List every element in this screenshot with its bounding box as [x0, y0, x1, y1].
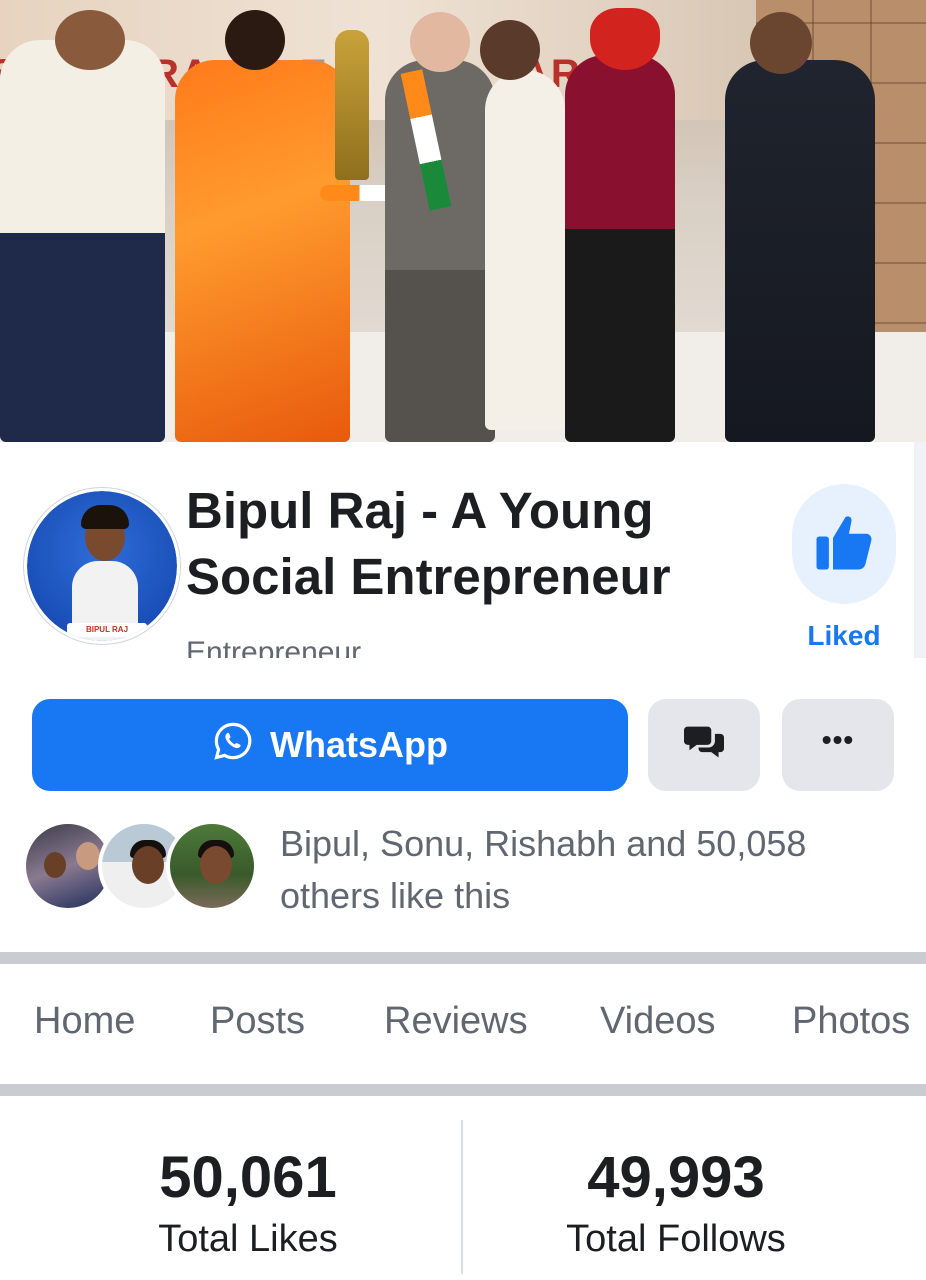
avatar[interactable]: BIPUL RAJ — [24, 488, 180, 644]
person-figure — [485, 70, 565, 430]
more-options-button[interactable]: ••• — [782, 699, 894, 791]
avatar-tag: BIPUL RAJ — [67, 623, 147, 637]
total-likes-value: 50,061 — [159, 1145, 337, 1210]
total-likes-label: Total Likes — [158, 1218, 338, 1260]
whatsapp-button[interactable]: WhatsApp — [32, 699, 628, 791]
page-category: Entrepreneur — [186, 636, 362, 658]
friend-avatar[interactable] — [166, 820, 258, 912]
like-button[interactable] — [792, 484, 896, 604]
page-title: Bipul Raj - A Young Social Entrepreneur — [186, 482, 671, 606]
trophy — [335, 30, 369, 180]
friend-head — [200, 846, 232, 884]
person-figure — [175, 60, 350, 442]
liked-label[interactable]: Liked — [792, 620, 896, 652]
person-head — [55, 10, 125, 70]
section-divider — [0, 1084, 926, 1096]
stats-separator — [461, 1120, 463, 1274]
message-button[interactable] — [648, 699, 760, 791]
whatsapp-label: WhatsApp — [270, 724, 448, 765]
tab-videos[interactable]: Videos — [600, 1000, 716, 1043]
person-figure — [385, 60, 495, 442]
friends-like-text[interactable]: Bipul, Sonu, Rishabh and 50,058 others l… — [280, 818, 900, 922]
avatar-hair — [81, 505, 129, 529]
person-figure — [0, 40, 165, 442]
person-figure — [565, 55, 675, 442]
friend-head — [76, 842, 100, 870]
header-edge — [914, 442, 926, 658]
total-follows-value: 49,993 — [587, 1145, 765, 1210]
person-head — [225, 10, 285, 70]
friend-head — [44, 852, 66, 878]
person-figure — [725, 60, 875, 442]
thumbs-up-icon — [811, 509, 877, 580]
cover-photo[interactable]: S RA E N AR — [0, 0, 926, 442]
person-head — [410, 12, 470, 72]
tab-posts[interactable]: Posts — [210, 1000, 305, 1043]
tab-home[interactable]: Home — [34, 1000, 135, 1043]
person-head — [480, 20, 540, 80]
whatsapp-icon — [212, 720, 254, 771]
section-divider — [0, 952, 926, 964]
messenger-chat-icon — [682, 723, 726, 768]
avatar-image: BIPUL RAJ — [27, 491, 177, 641]
total-follows-label: Total Follows — [566, 1218, 786, 1260]
tab-photos[interactable]: Photos — [792, 1000, 910, 1043]
person-head — [590, 8, 660, 70]
more-dots-icon: ••• — [821, 724, 855, 755]
friend-head — [132, 846, 164, 884]
tab-reviews[interactable]: Reviews — [384, 1000, 528, 1043]
person-head — [750, 12, 812, 74]
